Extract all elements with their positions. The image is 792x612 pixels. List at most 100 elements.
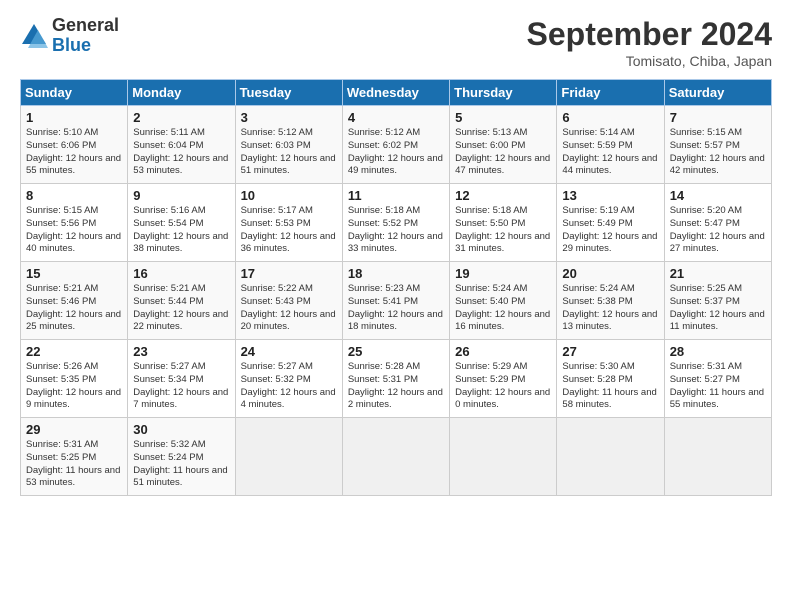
- calendar-cell: 22 Sunrise: 5:26 AMSunset: 5:35 PMDayligh…: [21, 340, 128, 418]
- cell-content: Sunrise: 5:25 AMSunset: 5:37 PMDaylight:…: [670, 283, 765, 332]
- cell-content: Sunrise: 5:19 AMSunset: 5:49 PMDaylight:…: [562, 205, 657, 254]
- logo-general: General: [52, 16, 119, 36]
- calendar-cell: [342, 418, 449, 496]
- calendar-cell: 29 Sunrise: 5:31 AMSunset: 5:25 PMDayligh…: [21, 418, 128, 496]
- day-number: 11: [348, 188, 444, 203]
- day-number: 23: [133, 344, 229, 359]
- cell-content: Sunrise: 5:15 AMSunset: 5:56 PMDaylight:…: [26, 205, 121, 254]
- cell-content: Sunrise: 5:17 AMSunset: 5:53 PMDaylight:…: [241, 205, 336, 254]
- day-number: 22: [26, 344, 122, 359]
- calendar-cell: 28Sunrise: 5:31 AMSunset: 5:27 PMDayligh…: [664, 340, 771, 418]
- col-wednesday: Wednesday: [342, 80, 449, 106]
- cell-content: Sunrise: 5:13 AMSunset: 6:00 PMDaylight:…: [455, 127, 550, 176]
- cell-content: Sunrise: 5:20 AMSunset: 5:47 PMDaylight:…: [670, 205, 765, 254]
- logo-blue: Blue: [52, 36, 119, 56]
- day-number: 8: [26, 188, 122, 203]
- col-saturday: Saturday: [664, 80, 771, 106]
- day-number: 2: [133, 110, 229, 125]
- logo-text: General Blue: [52, 16, 119, 56]
- day-number: 17: [241, 266, 337, 281]
- cell-content: Sunrise: 5:23 AMSunset: 5:41 PMDaylight:…: [348, 283, 443, 332]
- cell-content: Sunrise: 5:22 AMSunset: 5:43 PMDaylight:…: [241, 283, 336, 332]
- day-number: 1: [26, 110, 122, 125]
- calendar-cell: 10Sunrise: 5:17 AMSunset: 5:53 PMDayligh…: [235, 184, 342, 262]
- calendar-cell: 24 Sunrise: 5:27 AMSunset: 5:32 PMDayligh…: [235, 340, 342, 418]
- cell-content: Sunrise: 5:27 AMSunset: 5:34 PMDaylight:…: [133, 361, 228, 410]
- cell-content: Sunrise: 5:21 AMSunset: 5:44 PMDaylight:…: [133, 283, 228, 332]
- cell-content: Sunrise: 5:10 AMSunset: 6:06 PMDaylight:…: [26, 127, 121, 176]
- calendar-row: 1 Sunrise: 5:10 AMSunset: 6:06 PMDaylight…: [21, 106, 772, 184]
- calendar-cell: 3Sunrise: 5:12 AMSunset: 6:03 PMDaylight…: [235, 106, 342, 184]
- calendar-cell: 18 Sunrise: 5:23 AMSunset: 5:41 PMDayligh…: [342, 262, 449, 340]
- cell-content: Sunrise: 5:12 AMSunset: 6:02 PMDaylight:…: [348, 127, 443, 176]
- calendar-cell: 20 Sunrise: 5:24 AMSunset: 5:38 PMDayligh…: [557, 262, 664, 340]
- calendar-cell: [664, 418, 771, 496]
- header-row: Sunday Monday Tuesday Wednesday Thursday…: [21, 80, 772, 106]
- calendar-cell: 30Sunrise: 5:32 AMSunset: 5:24 PMDayligh…: [128, 418, 235, 496]
- calendar-cell: [235, 418, 342, 496]
- calendar-cell: 19Sunrise: 5:24 AMSunset: 5:40 PMDayligh…: [450, 262, 557, 340]
- calendar-cell: 23 Sunrise: 5:27 AMSunset: 5:34 PMDayligh…: [128, 340, 235, 418]
- cell-content: Sunrise: 5:24 AMSunset: 5:38 PMDaylight:…: [562, 283, 657, 332]
- calendar-row: 8 Sunrise: 5:15 AMSunset: 5:56 PMDaylight…: [21, 184, 772, 262]
- calendar-cell: 11 Sunrise: 5:18 AMSunset: 5:52 PMDayligh…: [342, 184, 449, 262]
- cell-content: Sunrise: 5:27 AMSunset: 5:32 PMDaylight:…: [241, 361, 336, 410]
- calendar-cell: [450, 418, 557, 496]
- col-monday: Monday: [128, 80, 235, 106]
- col-thursday: Thursday: [450, 80, 557, 106]
- calendar-cell: 5Sunrise: 5:13 AMSunset: 6:00 PMDaylight…: [450, 106, 557, 184]
- header: General Blue September 2024 Tomisato, Ch…: [20, 16, 772, 69]
- day-number: 7: [670, 110, 766, 125]
- location-subtitle: Tomisato, Chiba, Japan: [527, 53, 772, 69]
- cell-content: Sunrise: 5:28 AMSunset: 5:31 PMDaylight:…: [348, 361, 443, 410]
- calendar-cell: 13 Sunrise: 5:19 AMSunset: 5:49 PMDayligh…: [557, 184, 664, 262]
- day-number: 26: [455, 344, 551, 359]
- cell-content: Sunrise: 5:11 AMSunset: 6:04 PMDaylight:…: [133, 127, 228, 176]
- calendar-cell: 1 Sunrise: 5:10 AMSunset: 6:06 PMDaylight…: [21, 106, 128, 184]
- calendar-cell: 27Sunrise: 5:30 AMSunset: 5:28 PMDayligh…: [557, 340, 664, 418]
- day-number: 14: [670, 188, 766, 203]
- cell-content: Sunrise: 5:14 AMSunset: 5:59 PMDaylight:…: [562, 127, 657, 176]
- calendar-body: 1 Sunrise: 5:10 AMSunset: 6:06 PMDaylight…: [21, 106, 772, 496]
- day-number: 12: [455, 188, 551, 203]
- calendar-cell: 6Sunrise: 5:14 AMSunset: 5:59 PMDaylight…: [557, 106, 664, 184]
- calendar-row: 29 Sunrise: 5:31 AMSunset: 5:25 PMDayligh…: [21, 418, 772, 496]
- cell-content: Sunrise: 5:15 AMSunset: 5:57 PMDaylight:…: [670, 127, 765, 176]
- calendar-cell: 2 Sunrise: 5:11 AMSunset: 6:04 PMDaylight…: [128, 106, 235, 184]
- cell-content: Sunrise: 5:31 AMSunset: 5:27 PMDaylight:…: [670, 361, 764, 410]
- day-number: 21: [670, 266, 766, 281]
- cell-content: Sunrise: 5:21 AMSunset: 5:46 PMDaylight:…: [26, 283, 121, 332]
- calendar-cell: 16 Sunrise: 5:21 AMSunset: 5:44 PMDayligh…: [128, 262, 235, 340]
- month-title: September 2024: [527, 16, 772, 53]
- calendar-cell: 8 Sunrise: 5:15 AMSunset: 5:56 PMDaylight…: [21, 184, 128, 262]
- calendar-table: Sunday Monday Tuesday Wednesday Thursday…: [20, 79, 772, 496]
- cell-content: Sunrise: 5:18 AMSunset: 5:52 PMDaylight:…: [348, 205, 443, 254]
- day-number: 16: [133, 266, 229, 281]
- day-number: 13: [562, 188, 658, 203]
- calendar-cell: 12 Sunrise: 5:18 AMSunset: 5:50 PMDayligh…: [450, 184, 557, 262]
- col-sunday: Sunday: [21, 80, 128, 106]
- calendar-cell: 9Sunrise: 5:16 AMSunset: 5:54 PMDaylight…: [128, 184, 235, 262]
- page-container: General Blue September 2024 Tomisato, Ch…: [0, 0, 792, 506]
- calendar-cell: [557, 418, 664, 496]
- calendar-cell: 26 Sunrise: 5:29 AMSunset: 5:29 PMDayligh…: [450, 340, 557, 418]
- calendar-cell: 4 Sunrise: 5:12 AMSunset: 6:02 PMDaylight…: [342, 106, 449, 184]
- cell-content: Sunrise: 5:26 AMSunset: 5:35 PMDaylight:…: [26, 361, 121, 410]
- day-number: 24: [241, 344, 337, 359]
- day-number: 18: [348, 266, 444, 281]
- cell-content: Sunrise: 5:31 AMSunset: 5:25 PMDaylight:…: [26, 439, 120, 488]
- cell-content: Sunrise: 5:24 AMSunset: 5:40 PMDaylight:…: [455, 283, 550, 332]
- cell-content: Sunrise: 5:12 AMSunset: 6:03 PMDaylight:…: [241, 127, 336, 176]
- day-number: 20: [562, 266, 658, 281]
- day-number: 25: [348, 344, 444, 359]
- calendar-row: 15Sunrise: 5:21 AMSunset: 5:46 PMDayligh…: [21, 262, 772, 340]
- day-number: 9: [133, 188, 229, 203]
- cell-content: Sunrise: 5:18 AMSunset: 5:50 PMDaylight:…: [455, 205, 550, 254]
- calendar-cell: 25 Sunrise: 5:28 AMSunset: 5:31 PMDayligh…: [342, 340, 449, 418]
- day-number: 27: [562, 344, 658, 359]
- day-number: 30: [133, 422, 229, 437]
- col-tuesday: Tuesday: [235, 80, 342, 106]
- cell-content: Sunrise: 5:29 AMSunset: 5:29 PMDaylight:…: [455, 361, 550, 410]
- day-number: 29: [26, 422, 122, 437]
- day-number: 4: [348, 110, 444, 125]
